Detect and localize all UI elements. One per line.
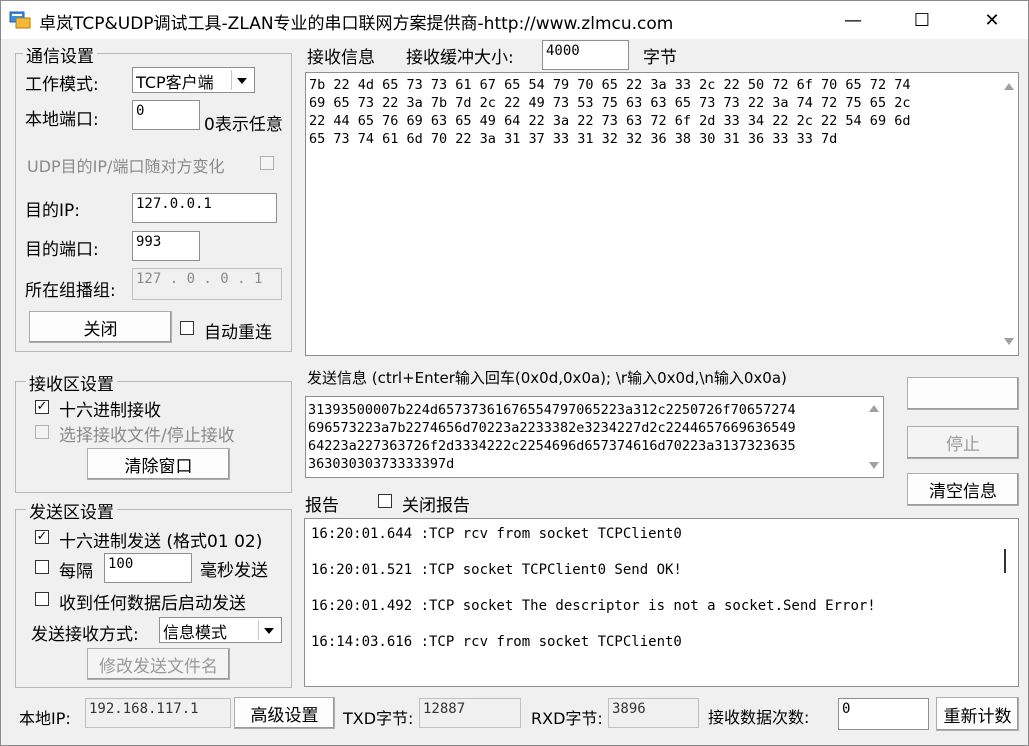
title-bar[interactable]: 卓岚TCP&UDP调试工具-ZLAN专业的串口联网方案提供商-http://ww… (1, 1, 1028, 39)
recv-data-area[interactable]: 7b 22 4d 65 73 73 61 67 65 54 79 70 65 2… (305, 72, 1019, 356)
send-line: 36303030373333397d (308, 456, 455, 472)
txd-label: TXD字节: (343, 709, 414, 728)
recv-line: 22 44 65 76 69 63 65 49 64 22 3a 22 73 6… (309, 113, 911, 129)
recv-count-input[interactable]: 0 (838, 698, 929, 730)
close-icon[interactable]: ✕ (969, 1, 1015, 39)
interval-send-checkbox[interactable] (35, 560, 49, 574)
send-mode-label: 发送接收方式: (31, 625, 139, 645)
window-title: 卓岚TCP&UDP调试工具-ZLAN专业的串口联网方案提供商-http://ww… (39, 14, 674, 34)
hex-send-label: 十六进制发送 (格式01 02) (59, 532, 263, 552)
auto-reconnect-checkbox[interactable] (180, 321, 194, 335)
scroll-down-icon[interactable] (869, 462, 879, 469)
advanced-settings-button[interactable]: 高级设置 (234, 697, 335, 729)
local-ip-label: 本地IP: (19, 709, 71, 728)
recount-button[interactable]: 重新计数 (936, 697, 1019, 731)
interval-unit-label: 毫秒发送 (200, 561, 268, 581)
send-button[interactable] (907, 377, 1019, 410)
select-recv-file-checkbox[interactable] (35, 425, 49, 439)
report-line: 16:20:01.521 :TCP socket TCPClient0 Send… (311, 562, 682, 578)
work-mode-select[interactable]: TCP客户端 (132, 67, 255, 93)
local-ip-value: 192.168.117.1 (85, 698, 231, 728)
rxd-value: 3896 (608, 698, 699, 728)
send-line: 64223a227363726f2d3334222c2254696d657374… (308, 438, 796, 454)
interval-every-label: 每隔 (59, 562, 93, 582)
scroll-up-icon[interactable] (869, 405, 879, 412)
send-mode-select[interactable]: 信息模式 (159, 617, 282, 643)
clear-window-button[interactable]: 清除窗口 (87, 448, 230, 480)
modify-send-file-button[interactable]: 修改发送文件名 (87, 648, 230, 680)
close-report-label: 关闭报告 (402, 496, 470, 516)
app-icon (9, 11, 31, 29)
select-recv-file-label: 选择接收文件/停止接收 (59, 426, 235, 446)
local-port-hint: 0表示任意 (204, 115, 283, 135)
recv-line: 69 65 73 22 3a 7b 7d 2c 22 49 73 53 75 6… (309, 95, 911, 111)
dest-ip-label: 目的IP: (25, 201, 80, 221)
hex-send-checkbox[interactable]: ✓ (35, 530, 49, 544)
recv-buffer-input[interactable]: 4000 (542, 40, 629, 70)
auto-reconnect-label: 自动重连 (204, 323, 272, 343)
scroll-up-icon[interactable] (1004, 83, 1014, 90)
recv-info-label: 接收信息 (307, 48, 375, 68)
hex-recv-label: 十六进制接收 (59, 401, 161, 421)
stop-button[interactable]: 停止 (907, 426, 1019, 459)
send-data-area[interactable]: 31393500007b224d65737361676554797065223a… (305, 396, 884, 478)
udp-follow-label: UDP目的IP/端口随对方变化 (27, 157, 225, 176)
close-report-checkbox[interactable] (378, 494, 392, 508)
txd-value: 12887 (419, 698, 521, 728)
dest-port-label: 目的端口: (25, 240, 99, 260)
auto-send-label: 收到任何数据后启动发送 (59, 594, 246, 614)
report-line: 16:20:01.644 :TCP rcv from socket TCPCli… (311, 526, 682, 542)
hex-recv-checkbox[interactable]: ✓ (35, 400, 49, 414)
recv-scrollbar[interactable] (1000, 73, 1018, 355)
rxd-label: RXD字节: (531, 709, 603, 728)
report-area[interactable]: 16:20:01.644 :TCP rcv from socket TCPCli… (304, 518, 1019, 687)
recv-count-label: 接收数据次数: (708, 708, 810, 727)
recv-line: 65 73 74 61 6d 70 22 3a 31 37 33 31 32 3… (309, 131, 838, 147)
scroll-down-icon[interactable] (1004, 338, 1014, 345)
report-line: 16:20:01.492 :TCP socket The descriptor … (311, 598, 876, 614)
comm-settings-title: 通信设置 (23, 42, 97, 67)
udp-follow-checkbox[interactable] (260, 156, 274, 170)
recv-settings-title: 接收区设置 (26, 370, 117, 395)
close-connection-button[interactable]: 关闭 (29, 311, 172, 343)
send-info-label: 发送信息 (ctrl+Enter输入回车(0x0d,0x0a); \r输入0x0… (307, 369, 787, 387)
local-port-label: 本地端口: (25, 110, 99, 130)
chevron-down-icon (231, 70, 252, 90)
recv-line: 7b 22 4d 65 73 73 61 67 65 54 79 70 65 2… (309, 77, 911, 93)
send-line: 31393500007b224d65737361676554797065223a… (308, 402, 796, 418)
recv-buffer-label: 接收缓冲大小: (406, 48, 514, 68)
dest-port-input[interactable]: 993 (132, 231, 200, 261)
report-scroll-thumb[interactable] (1004, 549, 1006, 573)
dest-ip-input[interactable]: 127.0.0.1 (132, 193, 277, 223)
report-label: 报告 (305, 496, 339, 516)
report-line: 16:14:03.616 :TCP rcv from socket TCPCli… (311, 634, 682, 650)
auto-send-checkbox[interactable] (35, 592, 49, 606)
interval-input[interactable]: 100 (104, 553, 192, 583)
maximize-icon[interactable]: ☐ (899, 1, 945, 39)
clear-info-button[interactable]: 清空信息 (907, 473, 1019, 506)
multicast-label: 所在组播组: (25, 281, 116, 301)
recv-buffer-unit: 字节 (643, 48, 677, 68)
work-mode-label: 工作模式: (25, 75, 99, 95)
chevron-down-icon (258, 620, 279, 640)
send-line: 696573223a7b2274656d70223a2233382e323422… (308, 420, 796, 436)
work-mode-value: TCP客户端 (136, 73, 214, 92)
send-scrollbar[interactable] (865, 397, 883, 477)
local-port-input[interactable]: 0 (132, 100, 200, 130)
minimize-icon[interactable]: — (830, 1, 876, 39)
send-mode-value: 信息模式 (163, 623, 228, 642)
send-settings-title: 发送区设置 (26, 498, 117, 523)
app-window: 卓岚TCP&UDP调试工具-ZLAN专业的串口联网方案提供商-http://ww… (0, 0, 1029, 746)
multicast-input[interactable]: 127 . 0 . 0 . 1 (132, 268, 282, 300)
